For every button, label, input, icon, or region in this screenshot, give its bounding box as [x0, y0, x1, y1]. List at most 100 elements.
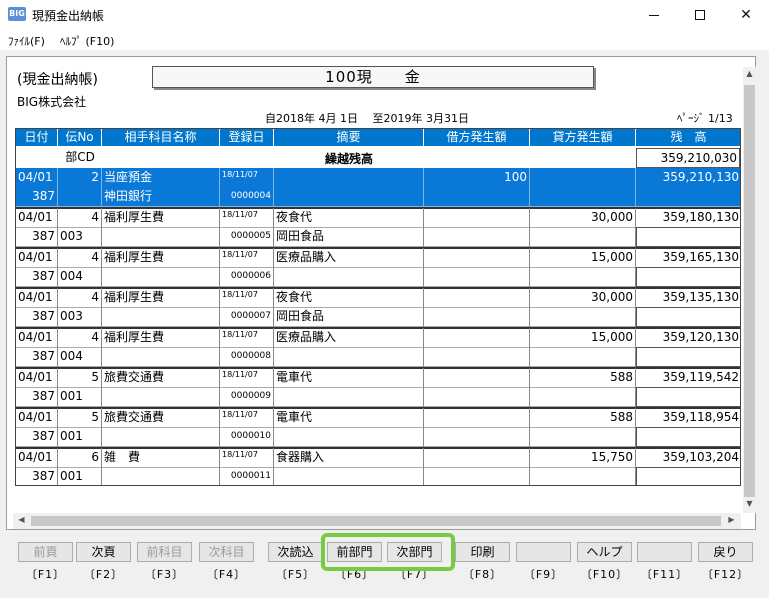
scroll-down-icon[interactable]: ▼	[743, 499, 756, 508]
entry-sub-account	[102, 467, 220, 485]
entry-dept-code: 387	[16, 187, 58, 207]
fkey-button-f11[interactable]	[637, 542, 692, 562]
report-label: (現金出納帳)	[17, 72, 98, 88]
entry-sub-account	[102, 227, 220, 247]
entry-voucher-no: 4	[58, 248, 102, 268]
entry-description-2	[274, 187, 424, 207]
entry-reg-date: 18/11/07	[220, 168, 274, 188]
entry-date: 04/01	[16, 448, 58, 468]
entry-seq-no: 0000011	[220, 467, 274, 485]
minimize-button[interactable]	[631, 0, 677, 30]
entry-debit	[424, 328, 530, 348]
fkey-button-f3[interactable]: 前科目	[137, 542, 192, 562]
entry-debit	[424, 208, 530, 228]
entry-date: 04/01	[16, 288, 58, 308]
fkey-button-f2[interactable]: 次頁	[76, 542, 131, 562]
vertical-scrollbar[interactable]: ▲ ▼	[743, 67, 756, 513]
entry-balance: 359,210,130	[636, 168, 740, 188]
entry-description: 夜食代	[274, 208, 424, 228]
entry-sub-code: 001	[58, 387, 102, 407]
fkey-button-f9[interactable]	[516, 542, 571, 562]
entry-balance: 359,165,130	[636, 248, 740, 268]
fkey-label: 〔F3〕	[144, 568, 185, 581]
fkey-button-f5[interactable]: 次読込	[268, 542, 323, 562]
menu-bar: ﾌｧｲﾙ(F) ﾍﾙﾌﾟ (F10)	[0, 30, 769, 50]
entry-account: 当座預金	[102, 168, 220, 188]
carry-forward-label: 繰越残高	[324, 152, 373, 166]
scroll-up-icon[interactable]: ▲	[743, 69, 756, 78]
scroll-right-icon[interactable]: ▶	[725, 515, 738, 524]
entry-seq-no: 0000009	[220, 387, 274, 407]
entry-dept-code: 387	[16, 307, 58, 327]
fkey-label: 〔F1〕	[25, 568, 66, 581]
entry-dept-code: 387	[16, 467, 58, 485]
entry-empty	[424, 187, 530, 207]
entry-debit	[424, 448, 530, 468]
column-header[interactable]: 残 高	[636, 129, 740, 146]
fkey-button-f1[interactable]: 前頁	[18, 542, 73, 562]
close-button[interactable]: ✕	[723, 0, 769, 30]
page-indicator: ﾍﾟｰｼﾞ 1/13	[677, 112, 733, 125]
entry-sub-code: 003	[58, 227, 102, 247]
column-header[interactable]: 借方発生額	[424, 129, 530, 146]
fkey-button-f10[interactable]: ヘルプ	[577, 542, 632, 562]
entry-debit	[424, 368, 530, 388]
horizontal-scrollbar[interactable]: ◀ ▶	[13, 513, 741, 529]
fkey-button-f4[interactable]: 次科目	[199, 542, 254, 562]
entry-sub-account	[102, 267, 220, 287]
entry-empty	[424, 427, 530, 447]
entry-debit	[424, 288, 530, 308]
entry-credit: 588	[530, 408, 636, 428]
column-header[interactable]: 登録日	[220, 129, 274, 146]
entry-description-2	[274, 267, 424, 287]
scroll-left-icon[interactable]: ◀	[15, 515, 28, 524]
entry-date: 04/01	[16, 328, 58, 348]
entry-empty	[424, 227, 530, 247]
entry-reg-date: 18/11/07	[220, 288, 274, 308]
entry-balance: 359,119,542	[636, 368, 740, 388]
entry-credit: 15,750	[530, 448, 636, 468]
dept-buttons-highlight	[321, 533, 455, 571]
menu-file[interactable]: ﾌｧｲﾙ(F)	[8, 33, 45, 49]
entry-balance-2	[636, 427, 740, 447]
entry-account: 福利厚生費	[102, 248, 220, 268]
entry-sub-account: 神田銀行	[102, 187, 220, 207]
entry-description: 食器購入	[274, 448, 424, 468]
entry-empty	[530, 467, 636, 485]
report-panel: (現金出納帳) 100現 金 BIG株式会社 自2018年 4月 1日 至201…	[6, 56, 756, 530]
minimize-icon	[649, 14, 659, 16]
maximize-icon	[695, 10, 705, 20]
horizontal-scroll-thumb[interactable]	[31, 516, 721, 526]
entry-empty	[424, 267, 530, 287]
entry-voucher-no: 6	[58, 448, 102, 468]
maximize-button[interactable]	[677, 0, 723, 30]
column-header[interactable]: 摘要	[274, 129, 424, 146]
fkey-button-f8[interactable]: 印刷	[455, 542, 510, 562]
column-header[interactable]: 貸方発生額	[530, 129, 636, 146]
entry-description-2: 岡田食品	[274, 307, 424, 327]
entry-reg-date: 18/11/07	[220, 408, 274, 428]
fkey-button-f12[interactable]: 戻り	[698, 542, 753, 562]
menu-help[interactable]: ﾍﾙﾌﾟ (F10)	[60, 33, 114, 49]
entry-reg-date: 18/11/07	[220, 328, 274, 348]
entry-seq-no: 0000010	[220, 427, 274, 447]
column-header[interactable]: 伝No	[58, 129, 102, 146]
entry-debit	[424, 248, 530, 268]
entry-dept-code: 387	[16, 267, 58, 287]
entry-balance-2	[636, 307, 740, 327]
entry-empty	[530, 187, 636, 207]
column-header[interactable]: 相手科目名称	[102, 129, 220, 146]
entry-description: 電車代	[274, 408, 424, 428]
entry-credit	[530, 168, 636, 188]
vertical-scroll-thumb[interactable]	[744, 85, 755, 497]
entry-account: 旅費交通費	[102, 408, 220, 428]
entry-voucher-no: 2	[58, 168, 102, 188]
app-logo-icon: BIG	[8, 7, 26, 21]
entry-voucher-no: 4	[58, 288, 102, 308]
fkey-label: 〔F11〕	[640, 568, 689, 581]
column-header[interactable]: 日付	[16, 129, 58, 146]
entry-balance: 359,120,130	[636, 328, 740, 348]
entry-description: 電車代	[274, 368, 424, 388]
entry-dept-code: 387	[16, 347, 58, 367]
fkey-label: 〔F8〕	[462, 568, 503, 581]
